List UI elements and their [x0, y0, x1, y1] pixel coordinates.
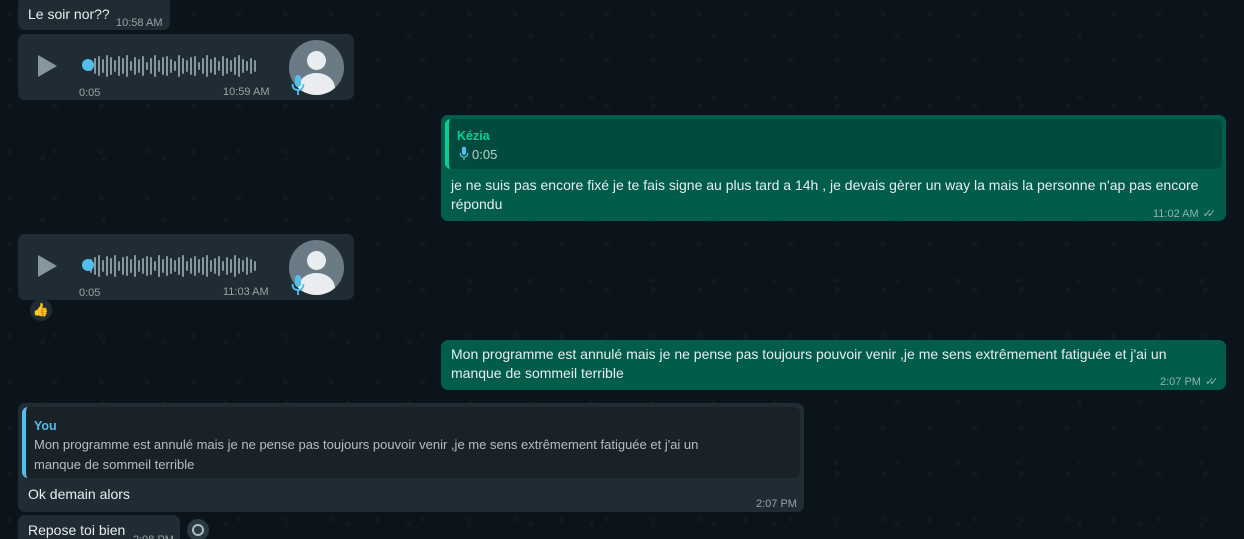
quote-duration: 0:05 [472, 147, 498, 162]
message-time: 2:08 PM [133, 531, 174, 539]
waveform[interactable] [86, 54, 262, 78]
quote-text-line: Mon programme est annulé mais je ne pens… [34, 437, 699, 452]
mic-icon [459, 146, 469, 161]
voice-duration: 0:05 [79, 87, 101, 99]
quoted-message[interactable]: You Mon programme est annulé mais je ne … [22, 407, 800, 478]
message-time: 11:02 AM ✓✓ [1153, 205, 1217, 224]
message-time-text: 11:02 AM [1153, 208, 1199, 220]
incoming-message[interactable]: You Mon programme est annulé mais je ne … [18, 403, 804, 512]
message-time: 2:07 PM [756, 498, 797, 510]
message-text-line: manque de sommeil terrible [451, 365, 624, 381]
playback-position-dot[interactable] [82, 59, 94, 71]
message-time: 10:59 AM [223, 86, 270, 98]
message-text: Ok demain alors [28, 486, 130, 502]
double-check-icon: ✓✓ [1202, 208, 1217, 220]
message-text-line: répondu [451, 196, 503, 212]
waveform[interactable] [86, 254, 262, 278]
voice-duration: 0:05 [79, 287, 101, 299]
message-text-line: je ne suis pas encore fixé je te fais si… [451, 177, 1199, 193]
outgoing-message[interactable]: Kézia 0:05 je ne suis pas encore fixé je… [441, 115, 1226, 221]
double-check-icon: ✓✓ [1204, 376, 1219, 388]
message-time-text: 2:07 PM [1160, 376, 1201, 388]
incoming-message[interactable]: Repose toi bien 2:08 PM [18, 515, 180, 539]
message-text: Repose toi bien [28, 522, 126, 538]
quote-author: Kézia [457, 129, 490, 143]
chat-panel: Le soir nor?? 10:58 AM 0:05 10:59 AM Kéz… [0, 0, 1244, 539]
emoji-icon[interactable] [187, 519, 209, 539]
play-icon[interactable] [38, 255, 57, 277]
message-time: 11:03 AM [223, 286, 269, 298]
mic-icon [291, 75, 305, 95]
message-time: 10:58 AM [116, 17, 163, 29]
quoted-message[interactable]: Kézia 0:05 [445, 119, 1222, 169]
quote-author: You [34, 419, 57, 433]
playback-position-dot[interactable] [82, 259, 94, 271]
voice-message[interactable]: 0:05 10:59 AM [18, 34, 354, 100]
incoming-message[interactable]: Le soir nor?? 10:58 AM [18, 0, 170, 30]
outgoing-message[interactable]: Mon programme est annulé mais je ne pens… [441, 340, 1226, 390]
thumbs-up-reaction[interactable]: 👍 [30, 299, 52, 321]
voice-message[interactable]: 0:05 11:03 AM [18, 234, 354, 300]
message-text: Le soir nor?? [28, 6, 110, 22]
message-text-line: Mon programme est annulé mais je ne pens… [451, 346, 1167, 362]
message-time: 2:07 PM ✓✓ [1160, 373, 1219, 392]
play-icon[interactable] [38, 55, 57, 77]
mic-icon [291, 275, 305, 295]
quote-text-line: manque de sommeil terrible [34, 457, 195, 472]
